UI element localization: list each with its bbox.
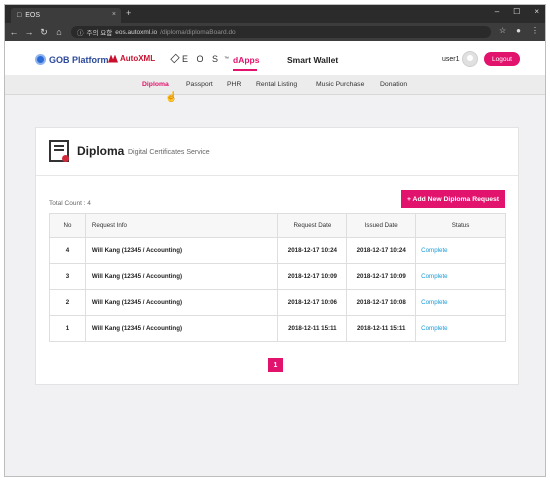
user-name: user1 xyxy=(442,56,460,63)
star-icon[interactable]: ☆ xyxy=(499,26,506,35)
top-navigation: GOB Platform AutoXML E O S ™ dApps Smart … xyxy=(5,41,545,75)
table-row[interactable]: 1 Will Kang (12345 / Accounting) 2018-12… xyxy=(49,315,506,342)
column-header-no: No xyxy=(49,213,86,238)
pagination-page-button[interactable]: 1 xyxy=(268,358,283,372)
menu-icon[interactable]: ⋮ xyxy=(531,26,539,35)
eos-logo-icon xyxy=(170,53,180,64)
subnav-item-phr[interactable]: PHR xyxy=(227,81,241,88)
eos-trademark: ™ xyxy=(224,55,230,62)
eos-logo[interactable]: E O S ™ xyxy=(170,53,230,64)
cell-status: Complete xyxy=(415,289,506,316)
cell-no: 4 xyxy=(49,237,86,264)
cell-status: Complete xyxy=(415,263,506,290)
cell-issued-date: 2018-12-11 15:11 xyxy=(346,315,417,342)
page-subtitle: Digital Certificates Service xyxy=(128,149,210,156)
cell-issued-date: 2018-12-17 10:24 xyxy=(346,237,417,264)
logout-button[interactable]: Logout xyxy=(484,52,520,66)
browser-tabstrip: □ EOS × + – ☐ × xyxy=(5,5,545,23)
url-security-label: 주의 요함 xyxy=(86,30,113,37)
url-path: /diploma/diplomaBoard.do xyxy=(160,28,236,36)
cell-issued-date: 2018-12-17 10:09 xyxy=(346,263,417,290)
card-header: Diploma Digital Certificates Service xyxy=(36,128,518,176)
info-icon: ⓘ xyxy=(77,30,84,37)
cell-no: 2 xyxy=(49,289,86,316)
column-header-issued-date: Issued Date xyxy=(346,213,417,238)
cell-request-date: 2018-12-17 10:09 xyxy=(277,263,348,290)
url-input[interactable]: ⓘ 주의 요함 eos.autoxml.io/diploma/diplomaBo… xyxy=(71,26,491,38)
diploma-card: Diploma Digital Certificates Service Tot… xyxy=(35,127,519,385)
column-header-status: Status xyxy=(415,213,506,238)
cell-request-info[interactable]: Will Kang (12345 / Accounting) xyxy=(84,237,279,264)
nav-dapps[interactable]: dApps xyxy=(233,55,259,65)
table-row[interactable]: 2 Will Kang (12345 / Accounting) 2018-12… xyxy=(49,289,506,316)
maximize-button[interactable]: ☐ xyxy=(513,7,520,16)
eos-logo-text: E O S xyxy=(182,53,222,64)
diploma-seal-icon xyxy=(62,155,69,162)
status-link[interactable]: Complete xyxy=(421,273,447,280)
gob-logo-text: GOB Platform xyxy=(49,54,109,65)
pointer-cursor-icon: ☝ xyxy=(165,92,178,103)
new-tab-button[interactable]: + xyxy=(126,8,131,18)
tab-close-icon[interactable]: × xyxy=(112,11,116,18)
url-host: eos.autoxml.io xyxy=(115,28,158,36)
autoxml-logo[interactable]: AutoXML xyxy=(108,54,155,63)
cell-status: Complete xyxy=(415,315,506,342)
subnav-item-rental-listing[interactable]: Rental Listing xyxy=(256,81,297,88)
cell-no: 3 xyxy=(49,263,86,290)
close-window-button[interactable]: × xyxy=(534,7,539,16)
page-title: Diploma xyxy=(77,144,125,158)
home-icon[interactable]: ⌂ xyxy=(53,27,65,37)
subnav-item-passport[interactable]: Passport xyxy=(186,81,213,88)
subnav-item-diploma[interactable]: Diploma xyxy=(142,81,169,88)
avatar-icon[interactable] xyxy=(462,51,478,67)
status-link[interactable]: Complete xyxy=(421,299,447,306)
cell-issued-date: 2018-12-17 10:08 xyxy=(346,289,417,316)
gob-logo-icon xyxy=(35,54,46,65)
column-header-request-info: Request Info xyxy=(84,213,279,238)
cell-no: 1 xyxy=(49,315,86,342)
table-row[interactable]: 3 Will Kang (12345 / Accounting) 2018-12… xyxy=(49,263,506,290)
cell-request-date: 2018-12-11 15:11 xyxy=(277,315,348,342)
subnav-item-donation[interactable]: Donation xyxy=(380,81,407,88)
column-header-request-date: Request Date xyxy=(277,213,348,238)
page-icon: □ xyxy=(17,12,22,19)
cell-request-date: 2018-12-17 10:06 xyxy=(277,289,348,316)
subnav-item-music-purchase[interactable]: Music Purchase xyxy=(316,81,364,88)
window-controls: – ☐ × xyxy=(495,7,539,16)
minimize-button[interactable]: – xyxy=(495,7,499,16)
browser-tab[interactable]: □ EOS × xyxy=(11,8,121,23)
table-header-row: No Request Info Request Date Issued Date… xyxy=(49,213,506,238)
table-row[interactable]: 4 Will Kang (12345 / Accounting) 2018-12… xyxy=(49,237,506,264)
tab-title: EOS xyxy=(25,12,41,19)
status-link[interactable]: Complete xyxy=(421,325,447,332)
sub-navigation: Diploma Passport PHR Rental Listing Musi… xyxy=(5,75,545,95)
account-icon[interactable]: ● xyxy=(516,26,521,35)
web-page: GOB Platform AutoXML E O S ™ dApps Smart … xyxy=(5,41,545,476)
add-diploma-request-button[interactable]: + Add New Diploma Request xyxy=(401,190,505,208)
forward-icon[interactable]: → xyxy=(23,27,35,37)
cell-status: Complete xyxy=(415,237,506,264)
cell-request-info[interactable]: Will Kang (12345 / Accounting) xyxy=(84,289,279,316)
browser-actions: ☆ ● ⋮ xyxy=(499,26,539,35)
nav-dapps-active-underline xyxy=(233,69,257,71)
back-icon[interactable]: ← xyxy=(8,27,20,37)
status-link[interactable]: Complete xyxy=(421,247,447,254)
autoxml-logo-icon xyxy=(108,54,118,63)
reload-icon[interactable]: ↻ xyxy=(38,27,50,38)
cell-request-info[interactable]: Will Kang (12345 / Accounting) xyxy=(84,263,279,290)
cell-request-info[interactable]: Will Kang (12345 / Accounting) xyxy=(84,315,279,342)
gob-platform-logo[interactable]: GOB Platform xyxy=(35,54,109,65)
screenshot-frame: □ EOS × + – ☐ × ← → ↻ ⌂ ⓘ 주의 요함 eos.auto… xyxy=(4,4,546,477)
total-count: Total Count : 4 xyxy=(49,200,91,207)
autoxml-logo-text: AutoXML xyxy=(120,54,156,63)
browser-address-bar: ← → ↻ ⌂ ⓘ 주의 요함 eos.autoxml.io/diploma/d… xyxy=(5,23,545,41)
nav-smart-wallet[interactable]: Smart Wallet xyxy=(287,55,338,65)
diploma-table: No Request Info Request Date Issued Date… xyxy=(49,213,506,342)
cell-request-date: 2018-12-17 10:24 xyxy=(277,237,348,264)
